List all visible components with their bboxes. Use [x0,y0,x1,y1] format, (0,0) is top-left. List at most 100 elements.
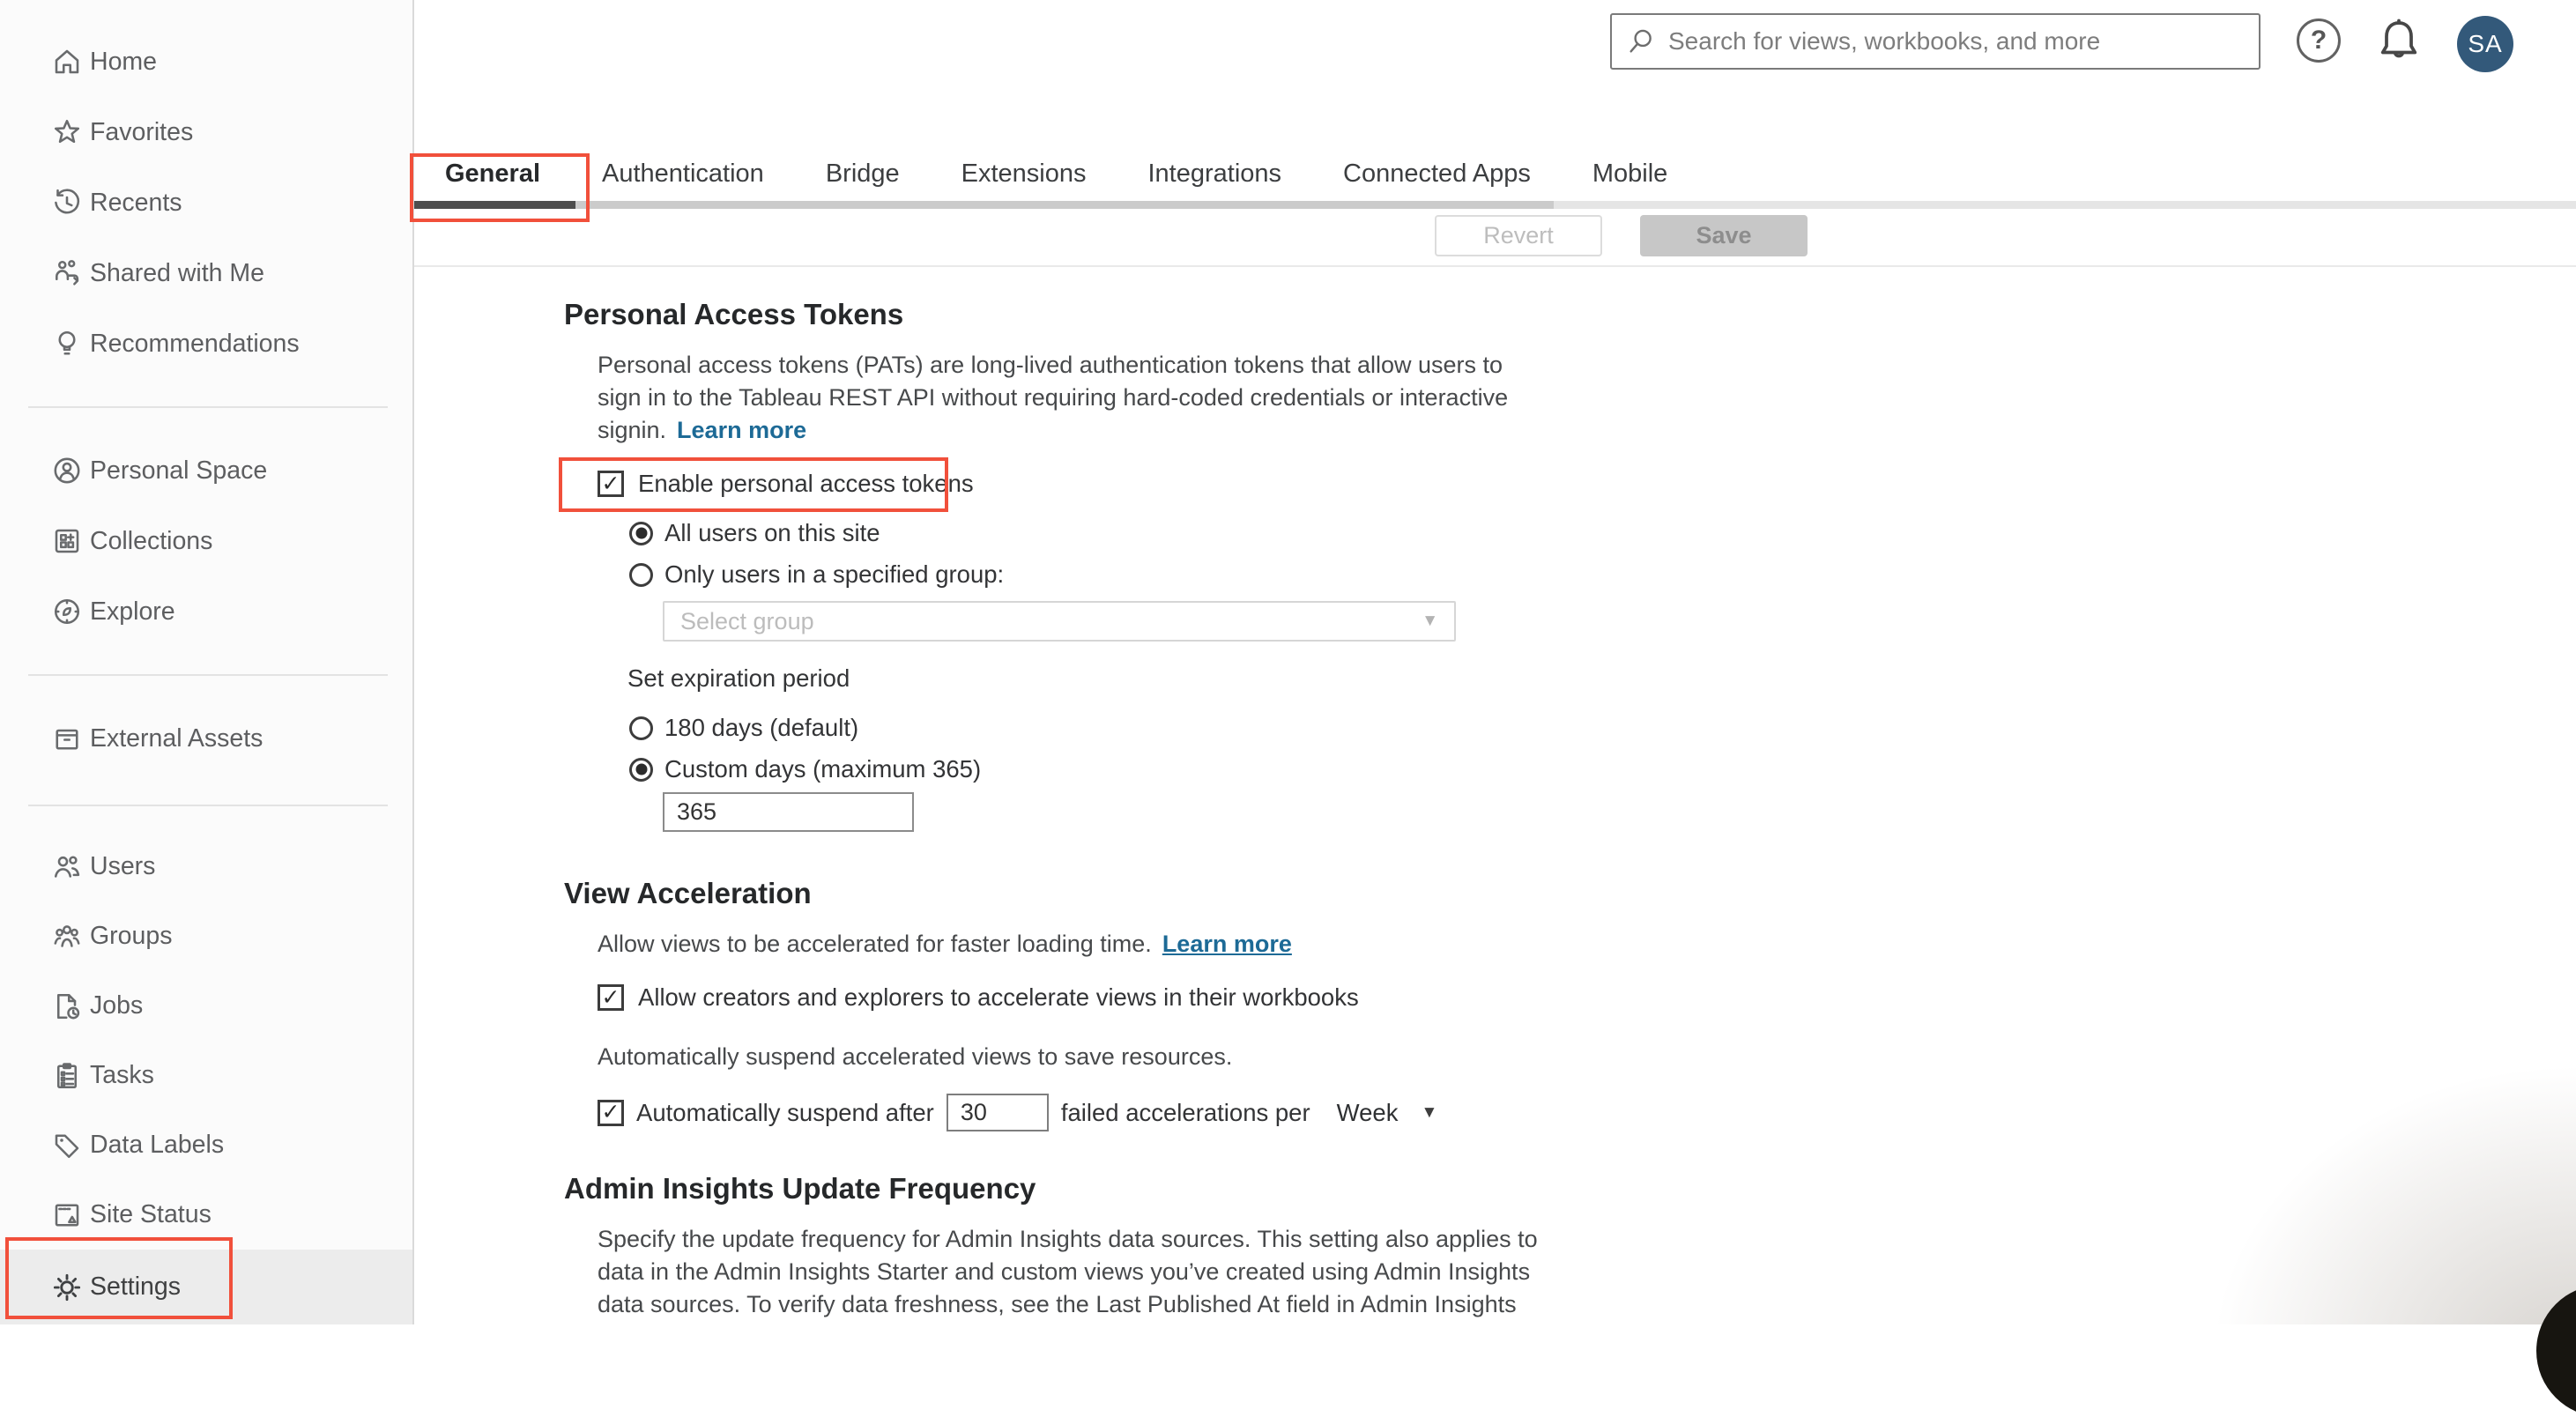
enable-pat-label: Enable personal access tokens [638,470,974,497]
failed-accelerations-input[interactable] [946,1094,1049,1131]
sidebar-item-groups[interactable]: Groups [0,901,412,971]
sidebar-item-label: Shared with Me [90,258,265,287]
section-view-acceleration: View Acceleration Allow views to be acce… [564,877,1437,1131]
tab-bridge[interactable]: Bridge [826,160,900,189]
auto-suspend-checkbox[interactable] [598,1099,624,1126]
help-icon[interactable]: ? [2297,19,2341,63]
active-tab-indicator [414,201,575,209]
save-button[interactable]: Save [1640,215,1808,256]
collections-icon [55,529,79,553]
tab-connected-apps[interactable]: Connected Apps [1343,160,1531,189]
pat-learn-more-link[interactable]: Learn more [677,417,806,443]
auto-suspend-suffix-label: failed accelerations per [1060,1098,1310,1126]
tab-extensions[interactable]: Extensions [961,160,1087,189]
period-select-value[interactable]: Week [1337,1099,1399,1127]
sidebar-item-jobs[interactable]: Jobs [0,971,412,1041]
section-title: Admin Insights Update Frequency [564,1172,1036,1205]
group-select-placeholder: Select group [680,607,814,634]
all-users-label: All users on this site [664,519,880,546]
chevron-down-icon[interactable]: ▼ [1421,1103,1437,1123]
sidebar-divider [28,805,388,806]
compass-icon [54,598,80,625]
all-users-radio-row: All users on this site [629,519,1508,547]
clipboard-icon [56,1062,78,1088]
section-title: Personal Access Tokens [564,298,904,330]
person-circle-icon [54,457,80,484]
sidebar-item-tasks[interactable]: Tasks [0,1041,412,1110]
main-area: ? SA General Authentication Bridge Exten… [410,0,2576,1324]
sidebar-item-shared-with-me[interactable]: Shared with Me [0,238,412,308]
history-icon [55,189,80,214]
sidebar-item-personal-space[interactable]: Personal Space [0,435,412,506]
lightbulb-icon [58,330,76,355]
auto-suspend-prefix-label: Automatically suspend after [636,1098,934,1126]
groups-icon [54,924,80,947]
section-title: View Acceleration [564,877,812,909]
settings-tabs: General Authentication Bridge Extensions… [445,160,1667,189]
star-icon [54,119,80,144]
enable-pat-checkbox[interactable] [598,471,624,497]
sidebar-divider [28,674,388,676]
allow-acceleration-label: Allow creators and explorers to accelera… [638,983,1359,1011]
tab-mobile[interactable]: Mobile [1592,160,1667,189]
section-description: Allow views to be accelerated for faster… [598,928,1437,961]
section-description: Personal access tokens (PATs) are long-l… [598,352,1509,443]
tab-authentication[interactable]: Authentication [602,160,764,189]
browser-alert-icon [55,1203,79,1227]
sidebar-item-recents[interactable]: Recents [0,167,412,238]
custom-days-input[interactable] [663,792,914,832]
default-days-radio-row: 180 days (default) [629,714,1508,742]
archive-icon [56,729,78,750]
expiration-period-label: Set expiration period [627,664,850,692]
file-clock-icon [56,993,80,1019]
sidebar-item-label: Personal Space [90,456,268,485]
sidebar-item-label: Favorites [90,117,194,146]
sidebar-item-label: External Assets [90,723,264,753]
chevron-down-icon: ▼ [1422,612,1438,630]
sidebar-item-recommendations[interactable]: Recommendations [0,308,412,379]
specified-group-radio[interactable] [629,562,653,587]
auto-suspend-row: Automatically suspend after failed accel… [598,1094,1437,1131]
toolbar-divider [414,265,2576,267]
custom-days-radio-row: Custom days (maximum 365) [629,755,1508,783]
section-admin-insights: Admin Insights Update Frequency Specify … [564,1172,1538,1321]
sidebar-item-external-assets[interactable]: External Assets [0,703,412,774]
search-input[interactable] [1667,26,2259,56]
tab-general[interactable]: General [445,160,540,189]
search-box[interactable] [1610,13,2260,70]
specified-group-label: Only users in a specified group: [664,560,1005,588]
sidebar-item-users[interactable]: Users [0,832,412,901]
va-learn-more-link[interactable]: Learn more [1162,928,1292,961]
sidebar-item-settings[interactable]: Settings [0,1237,412,1324]
notifications-bell-icon[interactable] [2372,14,2425,70]
sidebar-item-collections[interactable]: Collections [0,506,412,576]
sidebar-item-label: Data Labels [90,1131,225,1159]
search-icon [1629,29,1652,53]
revert-button[interactable]: Revert [1435,215,1602,256]
tableau-site-settings-page: { "topbar": { "search_placeholder": "Sea… [0,0,2576,1417]
sidebar-item-favorites[interactable]: Favorites [0,97,412,167]
default-days-radio[interactable] [629,716,653,740]
avatar[interactable]: SA [2457,16,2513,72]
specified-group-radio-row: Only users in a specified group: [629,560,1508,589]
sidebar-item-label: Recommendations [90,329,300,358]
sidebar-item-label: Jobs [90,991,144,1020]
custom-days-label: Custom days (maximum 365) [664,755,982,783]
sidebar-item-label: Home [90,47,158,76]
all-users-radio[interactable] [629,521,653,545]
tab-integrations[interactable]: Integrations [1148,160,1282,189]
custom-days-radio[interactable] [629,757,653,782]
sidebar-item-site-status[interactable]: Site Status [0,1180,412,1250]
sidebar-item-data-labels[interactable]: Data Labels [0,1110,412,1180]
tab-underline-track [414,201,1554,209]
section-description: Specify the update frequency for Admin I… [598,1226,1538,1317]
sidebar-item-label: Settings [90,1272,181,1301]
sidebar-item-label: Collections [90,526,213,555]
suspend-description: Automatically suspend accelerated views … [598,1043,1233,1070]
sidebar-item-explore[interactable]: Explore [0,576,412,647]
sidebar-item-home[interactable]: Home [0,26,412,97]
home-icon [55,49,79,74]
group-select-dropdown[interactable]: Select group ▼ [663,601,1456,642]
sidebar-item-label: Site Status [90,1200,212,1228]
allow-acceleration-checkbox[interactable] [598,984,624,1011]
